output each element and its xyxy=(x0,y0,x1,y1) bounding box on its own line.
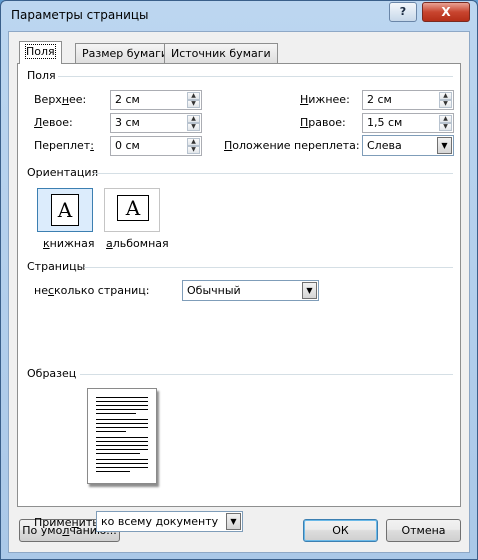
gutter-field[interactable]: 0 см ▲ ▼ xyxy=(110,136,202,156)
title-bar[interactable]: Параметры страницы ? X xyxy=(1,1,477,31)
gutter-position-select[interactable]: Слева ▼ xyxy=(362,135,454,156)
orientation-group-title: Ориентация xyxy=(27,166,99,179)
tab-paper-source-label: Источник бумаги xyxy=(171,47,271,60)
page-preview xyxy=(87,388,157,484)
left-margin-down-icon[interactable]: ▼ xyxy=(187,123,200,131)
right-margin-field[interactable]: 1,5 см ▲ ▼ xyxy=(362,113,454,133)
tab-margins-label: Поля xyxy=(25,44,56,59)
bottom-margin-label: Нижнее: xyxy=(300,93,350,106)
gutter-label: Переплет: xyxy=(34,139,94,152)
gutter-position-label: Положение переплета: xyxy=(224,139,360,152)
apply-label: Применить: xyxy=(34,516,103,529)
window-title: Параметры страницы xyxy=(11,8,149,22)
portrait-label: книжная xyxy=(43,237,95,250)
bottom-margin-value: 2 см xyxy=(367,93,392,106)
multiple-pages-value: Обычный xyxy=(187,284,241,297)
left-margin-label: Левое: xyxy=(34,116,73,129)
pages-group-divider xyxy=(84,267,453,268)
bottom-margin-up-icon[interactable]: ▲ xyxy=(439,92,452,100)
bottom-margin-field[interactable]: 2 см ▲ ▼ xyxy=(362,90,454,110)
orientation-group-divider xyxy=(94,173,453,174)
portrait-page-icon: A xyxy=(51,194,79,226)
dialog-client: Поля Размер бумаги Источник бумаги Поля … xyxy=(8,31,470,553)
left-margin-field[interactable]: 3 см ▲ ▼ xyxy=(110,113,202,133)
landscape-label: альбомная xyxy=(106,237,169,250)
left-margin-up-icon[interactable]: ▲ xyxy=(187,115,200,123)
preview-group-title: Образец xyxy=(27,367,77,380)
gutter-up-icon[interactable]: ▲ xyxy=(187,138,200,146)
gutter-position-dropdown-icon[interactable]: ▼ xyxy=(437,137,452,154)
tab-paper-size-label: Размер бумаги xyxy=(82,47,169,60)
preview-group-divider xyxy=(80,374,453,375)
top-margin-up-icon[interactable]: ▲ xyxy=(187,92,200,100)
tab-paper-source[interactable]: Источник бумаги xyxy=(164,43,278,63)
right-margin-value: 1,5 см xyxy=(367,116,403,129)
gutter-value: 0 см xyxy=(115,139,140,152)
apply-to-select[interactable]: ко всему документу ▼ xyxy=(96,511,243,532)
right-margin-label: Правое: xyxy=(300,116,346,129)
right-margin-down-icon[interactable]: ▼ xyxy=(439,123,452,131)
help-button[interactable]: ? xyxy=(389,2,417,22)
tab-margins[interactable]: Поля xyxy=(19,41,62,64)
multiple-pages-dropdown-icon[interactable]: ▼ xyxy=(302,282,317,299)
gutter-down-icon[interactable]: ▼ xyxy=(187,146,200,154)
tab-panel-margins: Поля Верхнее: 2 см ▲ ▼ Нижнее: 2 см ▲ ▼ … xyxy=(17,63,461,532)
tab-paper-size[interactable]: Размер бумаги xyxy=(75,43,176,63)
top-margin-label: Верхнее: xyxy=(34,93,87,106)
apply-to-value: ко всему документу xyxy=(101,515,219,528)
bottom-margin-down-icon[interactable]: ▼ xyxy=(439,100,452,108)
close-button[interactable]: X xyxy=(422,2,470,22)
apply-to-dropdown-icon[interactable]: ▼ xyxy=(226,513,241,530)
page-setup-dialog: Параметры страницы ? X Поля Размер бумаг… xyxy=(0,0,478,560)
gutter-position-value: Слева xyxy=(367,139,402,152)
margins-group-divider xyxy=(58,76,453,77)
top-margin-down-icon[interactable]: ▼ xyxy=(187,100,200,108)
landscape-button[interactable]: A xyxy=(104,188,160,232)
top-margin-field[interactable]: 2 см ▲ ▼ xyxy=(110,90,202,110)
left-margin-value: 3 см xyxy=(115,116,140,129)
right-margin-up-icon[interactable]: ▲ xyxy=(439,115,452,123)
pages-group-title: Страницы xyxy=(27,260,86,273)
ok-button[interactable]: ОК xyxy=(303,519,378,542)
margins-group-title: Поля xyxy=(27,69,56,82)
top-margin-value: 2 см xyxy=(115,93,140,106)
multiple-pages-select[interactable]: Обычный ▼ xyxy=(182,280,319,301)
cancel-button[interactable]: Отмена xyxy=(386,519,461,542)
portrait-button[interactable]: A xyxy=(37,188,93,232)
landscape-page-icon: A xyxy=(117,195,149,221)
multiple-pages-label: несколько страниц: xyxy=(34,284,150,297)
